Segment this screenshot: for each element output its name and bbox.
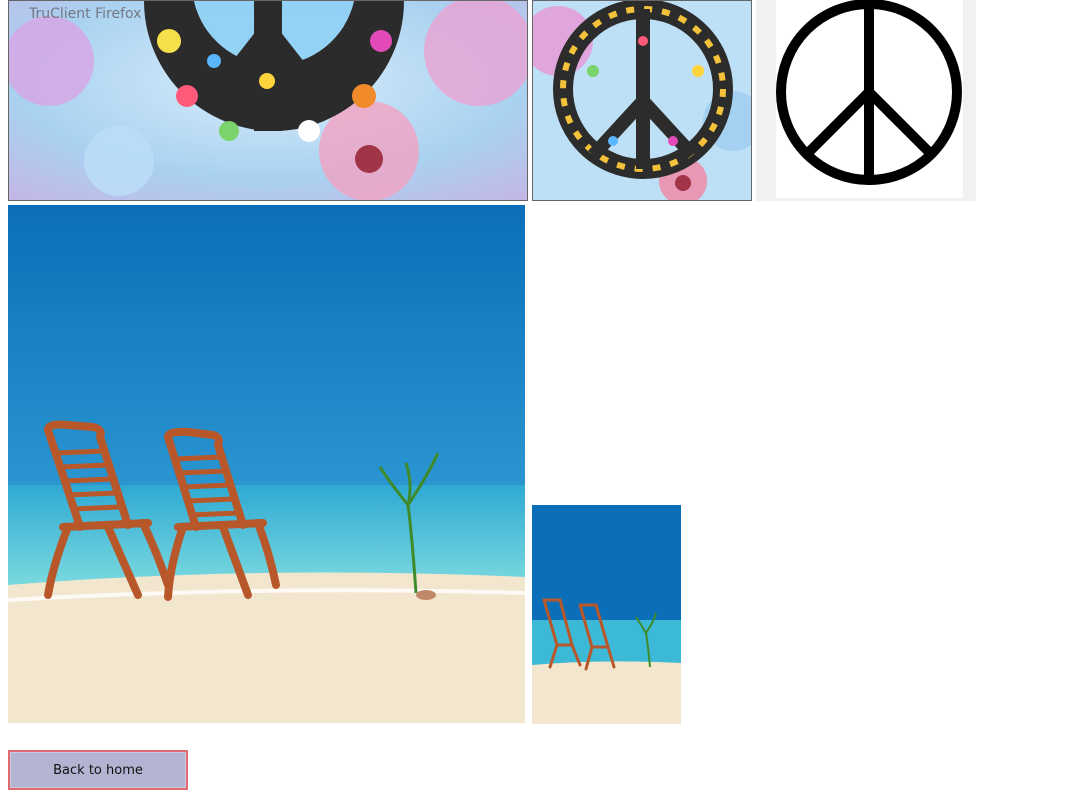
beach-chairs-image-small: [532, 505, 681, 724]
peace-flowers-image-large: TruClient Firefox: [8, 0, 528, 201]
back-to-home-button[interactable]: Back to home: [8, 750, 188, 790]
truclient-watermark: TruClient Firefox: [29, 6, 142, 22]
beach-chairs-image-large: [8, 205, 525, 723]
peace-symbol-image: [756, 0, 976, 201]
peace-flowers-image-medium: [532, 0, 752, 201]
